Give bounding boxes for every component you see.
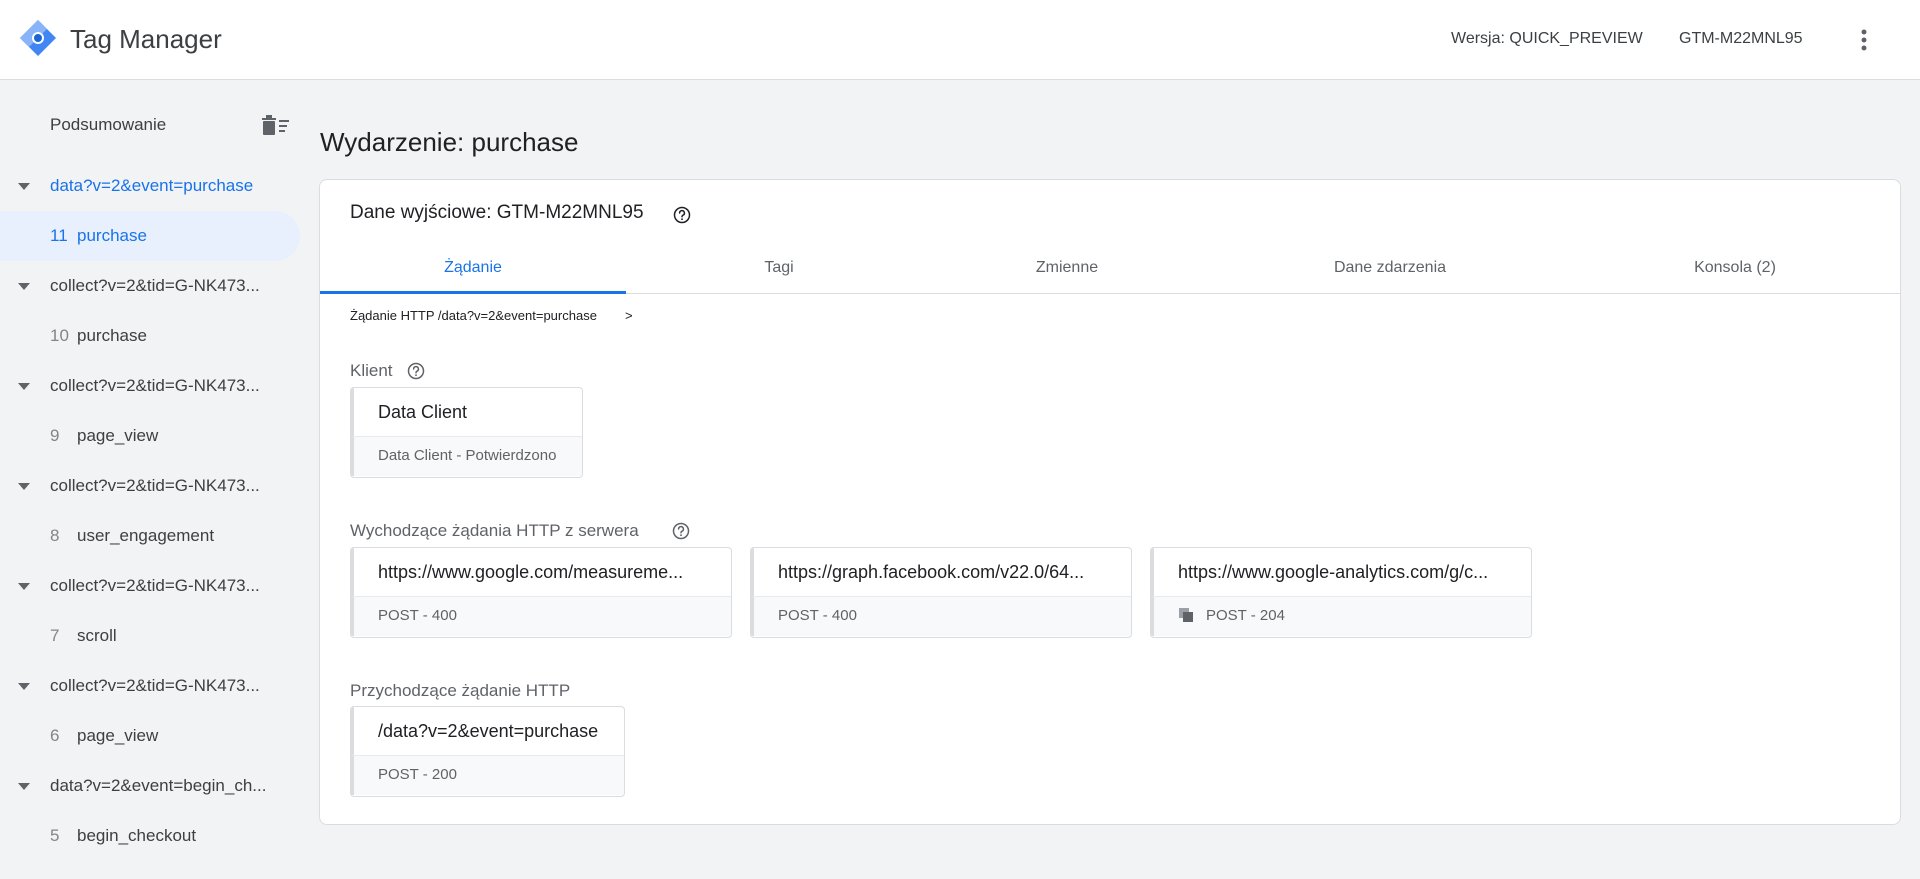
group-label: data?v=2&event=begin_ch... (50, 776, 267, 795)
item-label: user_engagement (77, 526, 215, 545)
item-number: 10 (50, 326, 69, 345)
sidebar-item-page-view-6[interactable]: 6 page_view (0, 711, 300, 761)
page-title: Wydarzenie: purchase (320, 127, 579, 157)
item-label: purchase (77, 226, 147, 245)
chip-title: https://www.google-analytics.com/g/c... (1151, 548, 1531, 596)
caret-down-icon (18, 583, 30, 590)
card-title: Dane wyjściowe: GTM-M22MNL95 (350, 202, 644, 223)
chip-status: POST - 200 (351, 755, 624, 795)
caret-down-icon (18, 383, 30, 390)
caret-down-icon (18, 183, 30, 190)
group-label: collect?v=2&tid=G-NK473... (50, 476, 260, 495)
copy-icon (1179, 608, 1193, 622)
group-label: collect?v=2&tid=G-NK473... (50, 676, 260, 695)
tab-tags[interactable]: Tagi (626, 242, 932, 294)
item-label: begin_checkout (77, 826, 197, 845)
container-id-label: GTM-M22MNL95 (1679, 30, 1803, 47)
item-label: scroll (77, 626, 117, 645)
chip-title: https://www.google.com/measureme... (351, 548, 731, 596)
outgoing-section-label: Wychodzące żądania HTTP z serwera (350, 521, 639, 540)
item-label: page_view (77, 726, 159, 745)
tab-request[interactable]: Żądanie (320, 242, 626, 294)
summary-link[interactable]: Podsumowanie (50, 115, 166, 135)
caret-down-icon (18, 283, 30, 290)
item-label: purchase (77, 326, 147, 345)
chip-title: Data Client (351, 388, 582, 436)
tab-console[interactable]: Konsola (2) (1600, 242, 1870, 294)
group-label: collect?v=2&tid=G-NK473... (50, 276, 260, 295)
chip-status-row: POST - 204 (1151, 596, 1531, 636)
sidebar-group-data-purchase[interactable]: data?v=2&event=purchase (0, 161, 300, 211)
item-number: 5 (50, 826, 60, 845)
sidebar-item-purchase-11[interactable]: 11 purchase (0, 211, 300, 261)
event-sidebar: Podsumowanie data?v=2&event=purchase 11 … (0, 81, 300, 879)
chip-status: POST - 204 (1206, 607, 1285, 624)
caret-down-icon (18, 683, 30, 690)
chip-status: POST - 400 (751, 596, 1131, 636)
sidebar-item-page-view-9[interactable]: 9 page_view (0, 411, 300, 461)
item-number: 11 (50, 226, 68, 245)
item-number: 8 (50, 526, 60, 545)
outgoing-request-chip[interactable]: https://graph.facebook.com/v22.0/64... P… (750, 547, 1132, 638)
outgoing-request-chip[interactable]: https://www.google-analytics.com/g/c... … (1150, 547, 1532, 638)
tag-manager-logo-icon[interactable] (18, 18, 58, 58)
delete-sweep-icon[interactable] (260, 113, 290, 137)
outgoing-request-chip[interactable]: https://www.google.com/measureme... POST… (350, 547, 732, 638)
app-title: Tag Manager (70, 24, 222, 54)
more-vert-icon[interactable] (1852, 26, 1876, 54)
client-chip[interactable]: Data Client Data Client - Potwierdzono (350, 387, 583, 478)
item-label: page_view (77, 426, 159, 445)
help-icon[interactable] (672, 522, 690, 540)
sidebar-group-collect[interactable]: collect?v=2&tid=G-NK473... (0, 461, 300, 511)
version-label: Wersja: QUICK_PREVIEW (1451, 30, 1643, 47)
sidebar-group-data-begin-checkout[interactable]: data?v=2&event=begin_ch... (0, 761, 300, 811)
sidebar-item-purchase-10[interactable]: 10 purchase (0, 311, 300, 361)
help-icon[interactable] (407, 362, 425, 380)
caret-down-icon (18, 483, 30, 490)
incoming-section-label: Przychodzące żądanie HTTP (350, 681, 571, 700)
item-number: 6 (50, 726, 60, 745)
item-number: 7 (50, 626, 60, 645)
help-icon[interactable] (673, 206, 691, 224)
breadcrumb-chevron: > (625, 308, 633, 323)
group-label: data?v=2&event=purchase (50, 176, 254, 195)
breadcrumb[interactable]: Żądanie HTTP /data?v=2&event=purchase (350, 308, 597, 323)
sidebar-item-begin-checkout-5[interactable]: 5 begin_checkout (0, 811, 300, 861)
incoming-request-chip[interactable]: /data?v=2&event=purchase POST - 200 (350, 706, 625, 797)
sidebar-group-collect[interactable]: collect?v=2&tid=G-NK473... (0, 561, 300, 611)
client-section-label: Klient (350, 361, 393, 380)
sidebar-group-collect[interactable]: collect?v=2&tid=G-NK473... (0, 661, 300, 711)
sidebar-group-collect[interactable]: collect?v=2&tid=G-NK473... (0, 361, 300, 411)
tab-event-data[interactable]: Dane zdarzenia (1250, 242, 1530, 294)
chip-status: Data Client - Potwierdzono (351, 436, 582, 476)
sidebar-group-collect[interactable]: collect?v=2&tid=G-NK473... (0, 261, 300, 311)
group-label: collect?v=2&tid=G-NK473... (50, 376, 260, 395)
item-number: 9 (50, 426, 60, 445)
caret-down-icon (18, 783, 30, 790)
tab-bar: Żądanie Tagi Zmienne Dane zdarzenia Kons… (320, 242, 1900, 294)
sidebar-item-scroll-7[interactable]: 7 scroll (0, 611, 300, 661)
tab-variables[interactable]: Zmienne (932, 242, 1202, 294)
group-label: collect?v=2&tid=G-NK473... (50, 576, 260, 595)
sidebar-item-user-engagement-8[interactable]: 8 user_engagement (0, 511, 300, 561)
app-header: Tag Manager Wersja: QUICK_PREVIEW GTM-M2… (0, 0, 1920, 80)
chip-title: /data?v=2&event=purchase (351, 707, 624, 755)
output-card: Dane wyjściowe: GTM-M22MNL95 Żądanie Tag… (319, 179, 1901, 825)
chip-title: https://graph.facebook.com/v22.0/64... (751, 548, 1131, 596)
chip-status: POST - 400 (351, 596, 731, 636)
